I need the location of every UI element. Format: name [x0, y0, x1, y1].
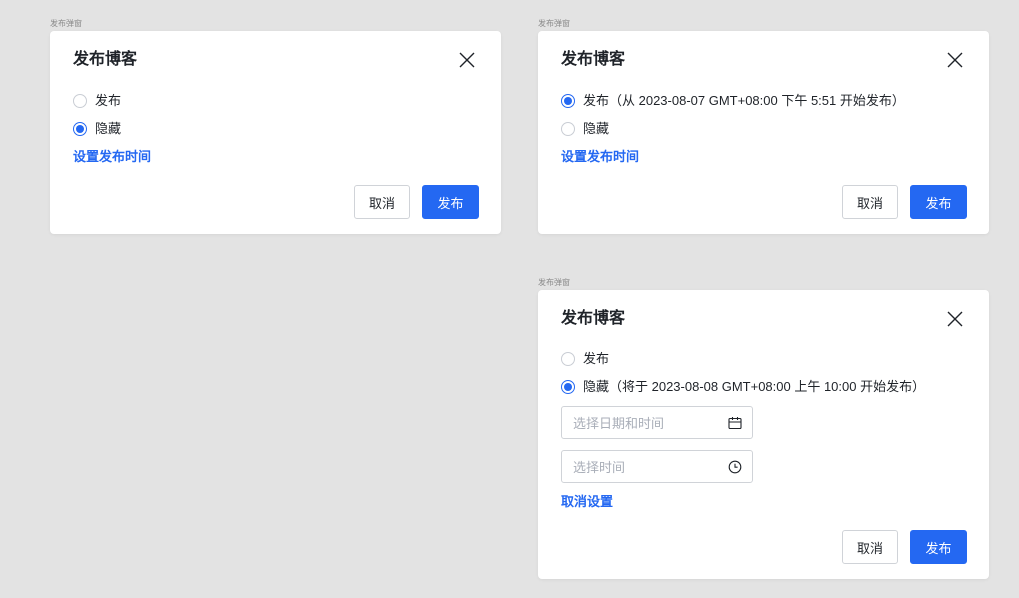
date-time-placeholder: 选择日期和时间 — [573, 413, 664, 432]
set-publish-time-link[interactable]: 设置发布时间 — [73, 148, 151, 166]
radio-button[interactable] — [561, 380, 575, 394]
radio-hide[interactable]: 隐藏 — [561, 120, 609, 138]
radio-publish[interactable]: 发布 — [73, 92, 121, 110]
publish-button[interactable]: 发布 — [910, 185, 967, 219]
dialog-title: 发布博客 — [561, 50, 625, 70]
publish-button[interactable]: 发布 — [422, 185, 479, 219]
dialog-title: 发布博客 — [73, 50, 137, 70]
radio-label: 隐藏 — [95, 120, 121, 138]
cancel-button[interactable]: 取消 — [842, 530, 898, 564]
frame-label: 发布弹窗 — [538, 19, 570, 29]
cancel-button[interactable]: 取消 — [354, 185, 410, 219]
close-icon[interactable] — [946, 51, 964, 69]
radio-button[interactable] — [561, 94, 575, 108]
radio-publish[interactable]: 发布（从 2023-08-07 GMT+08:00 下午 5:51 开始发布） — [561, 92, 905, 110]
close-icon[interactable] — [946, 310, 964, 328]
cancel-setting-link[interactable]: 取消设置 — [561, 493, 613, 511]
publish-button[interactable]: 发布 — [910, 530, 967, 564]
radio-button[interactable] — [561, 122, 575, 136]
publish-dialog: 发布博客 发布（从 2023-08-07 GMT+08:00 下午 5:51 开… — [538, 31, 989, 234]
frame-label: 发布弹窗 — [50, 19, 82, 29]
radio-hide[interactable]: 隐藏 — [73, 120, 121, 138]
date-time-picker[interactable]: 选择日期和时间 — [561, 406, 753, 439]
calendar-icon — [728, 416, 742, 430]
radio-label: 隐藏 — [583, 120, 609, 138]
radio-label: 发布 — [583, 350, 609, 368]
radio-hide[interactable]: 隐藏（将于 2023-08-08 GMT+08:00 上午 10:00 开始发布… — [561, 378, 925, 396]
close-icon[interactable] — [458, 51, 476, 69]
radio-button[interactable] — [561, 352, 575, 366]
radio-label: 发布 — [95, 92, 121, 110]
time-placeholder: 选择时间 — [573, 457, 625, 476]
radio-button[interactable] — [73, 122, 87, 136]
cancel-button[interactable]: 取消 — [842, 185, 898, 219]
dialog-title: 发布博客 — [561, 309, 625, 329]
radio-label: 发布（从 2023-08-07 GMT+08:00 下午 5:51 开始发布） — [583, 92, 905, 110]
publish-dialog: 发布博客 发布 隐藏（将于 2023-08-08 GMT+08:00 上午 10… — [538, 290, 989, 579]
frame-label: 发布弹窗 — [538, 278, 570, 288]
set-publish-time-link[interactable]: 设置发布时间 — [561, 148, 639, 166]
publish-dialog: 发布博客 发布 隐藏 设置发布时间 取消 发布 — [50, 31, 501, 234]
radio-publish[interactable]: 发布 — [561, 350, 609, 368]
clock-icon — [728, 460, 742, 474]
radio-button[interactable] — [73, 94, 87, 108]
time-picker[interactable]: 选择时间 — [561, 450, 753, 483]
radio-label: 隐藏（将于 2023-08-08 GMT+08:00 上午 10:00 开始发布… — [583, 378, 925, 396]
